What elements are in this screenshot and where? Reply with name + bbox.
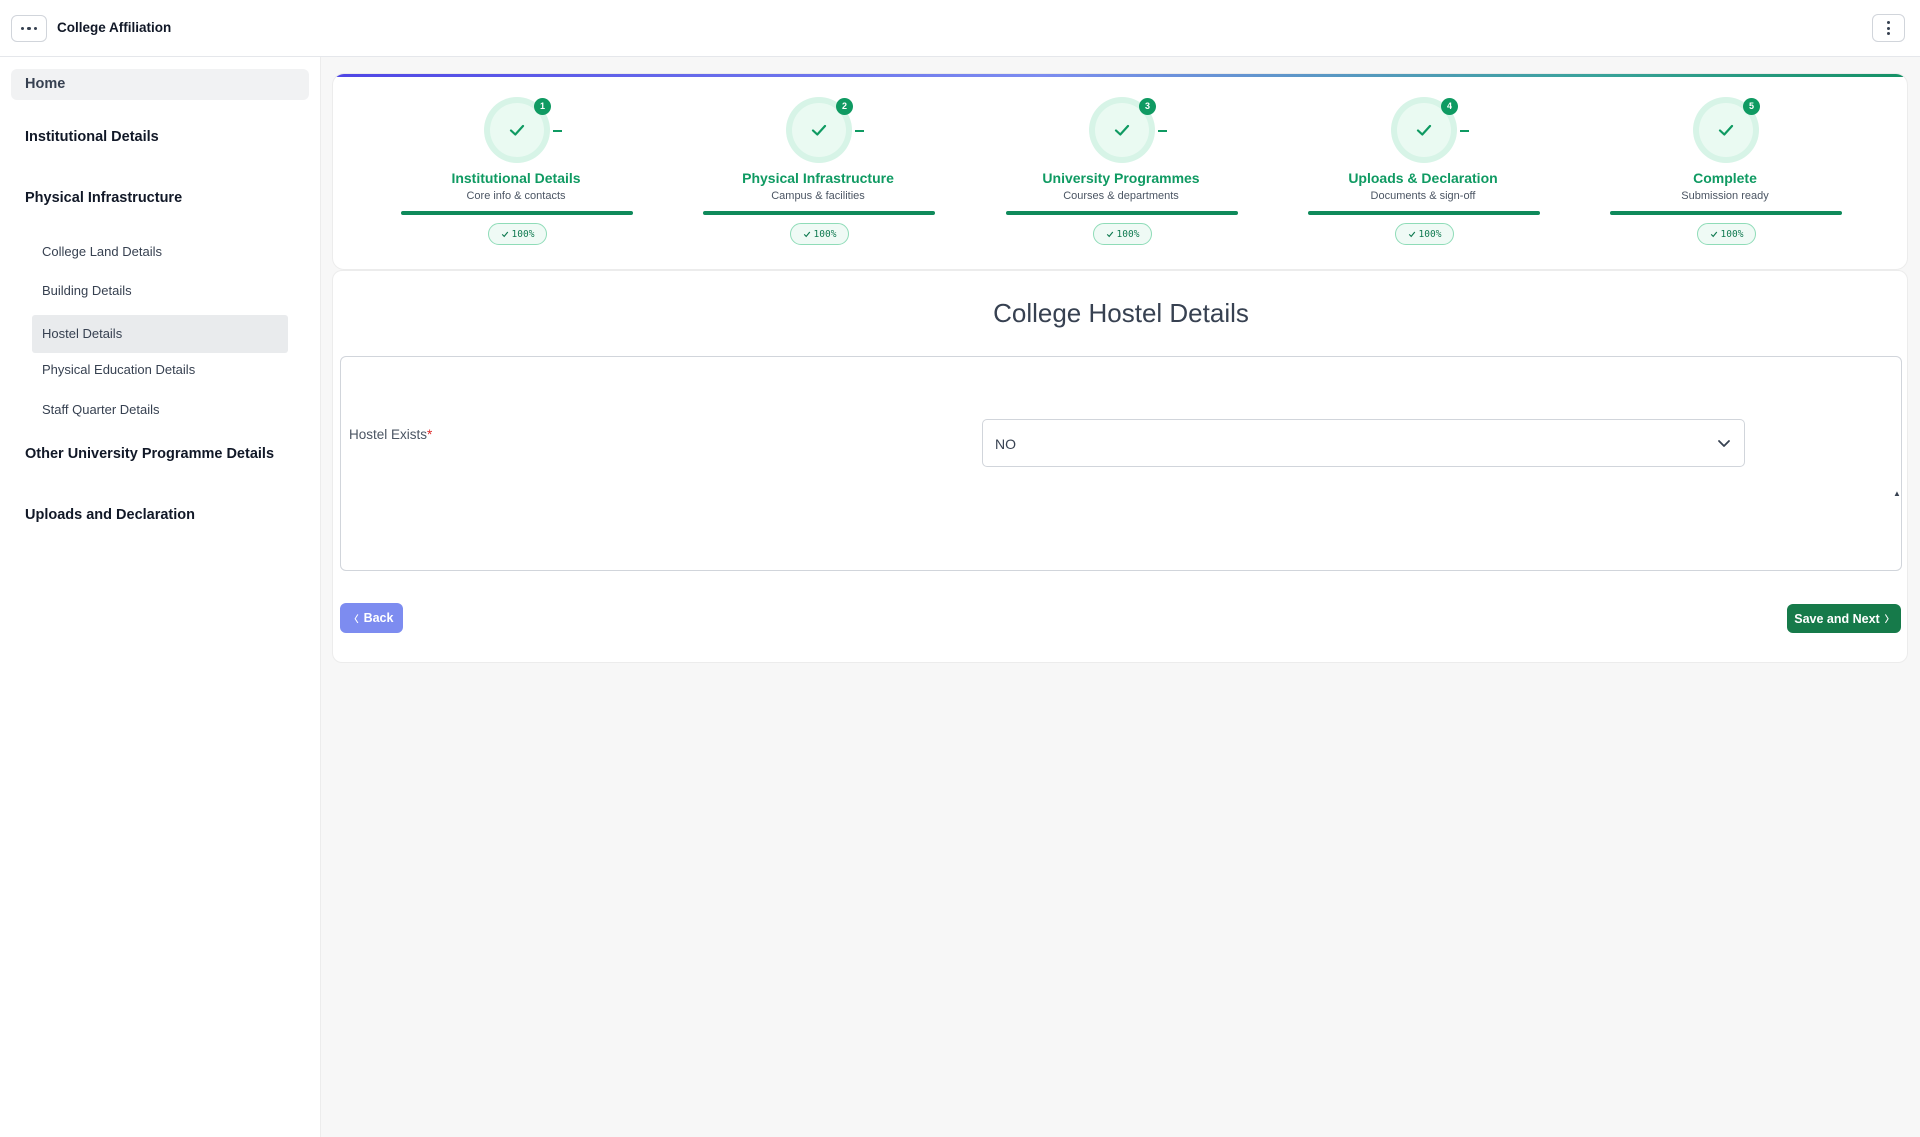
sidebar-item-college-land-details[interactable]: College Land Details	[32, 233, 288, 271]
step-label: Physical Infrastructure	[742, 170, 894, 186]
step-progress-text: 100%	[1720, 228, 1744, 240]
step-subtitle: Core info & contacts	[466, 190, 566, 202]
app-title: College Affiliation	[57, 20, 172, 35]
sidebar-item-staff-quarter-details[interactable]: Staff Quarter Details	[32, 391, 288, 429]
step-subtitle: Submission ready	[1681, 190, 1769, 202]
top-bar: College Affiliation	[0, 0, 1920, 57]
chevron-left-icon: 〈	[349, 613, 359, 624]
step-progress-badge: 100%	[1697, 223, 1756, 245]
small-check-icon	[1408, 231, 1415, 238]
dot	[1887, 21, 1890, 24]
hostel-exists-select[interactable]: NO	[982, 419, 1745, 467]
step-connector	[1460, 130, 1469, 132]
back-button[interactable]: 〈 Back	[340, 603, 403, 633]
progress-stepper: 1 Institutional Details Core info & cont…	[332, 73, 1908, 270]
sidebar-section-uploads-and-declaration[interactable]: Uploads and Declaration	[25, 507, 195, 523]
page-title: College Hostel Details	[993, 298, 1249, 328]
back-button-label: Back	[363, 611, 394, 625]
hostel-exists-value: NO	[995, 436, 1016, 452]
step-number-badge: 2	[836, 98, 853, 115]
check-icon	[509, 124, 525, 136]
step-5[interactable]: 5 Complete Submission ready 100%	[1605, 74, 1845, 269]
step-progress-bar	[1610, 211, 1842, 215]
step-label: University Programmes	[1042, 170, 1200, 186]
step-progress-badge: 100%	[1093, 223, 1152, 245]
sidebar-item-home[interactable]: Home	[11, 69, 309, 100]
kebab-menu-button[interactable]	[1872, 14, 1905, 42]
step-progress-badge: 100%	[1395, 223, 1454, 245]
step-subtitle: Campus & facilities	[771, 190, 865, 202]
hostel-exists-label-text: Hostel Exists	[349, 427, 428, 442]
small-check-icon	[1106, 231, 1113, 238]
sidebar-section-institutional-details[interactable]: Institutional Details	[25, 129, 159, 145]
step-progress-text: 100%	[1418, 228, 1442, 240]
resize-handle-icon[interactable]: ▲	[1893, 489, 1901, 498]
step-progress-badge: 100%	[488, 223, 547, 245]
check-icon	[1718, 124, 1734, 136]
check-icon	[1416, 124, 1432, 136]
step-2[interactable]: 2 Physical Infrastructure Campus & facil…	[698, 74, 938, 269]
dot	[1887, 26, 1890, 30]
small-check-icon	[1710, 231, 1717, 238]
sidebar: Home Institutional Details Physical Infr…	[0, 57, 321, 1137]
save-and-next-label: Save and Next	[1794, 611, 1880, 626]
hostel-exists-label: Hostel Exists*	[349, 427, 432, 442]
more-menu-button[interactable]	[11, 15, 47, 42]
chevron-right-icon: 〉	[1884, 614, 1894, 624]
step-progress-bar	[1308, 211, 1540, 215]
step-subtitle: Courses & departments	[1063, 190, 1179, 202]
sidebar-item-physical-education-details[interactable]: Physical Education Details	[32, 351, 288, 389]
step-number-badge: 4	[1441, 98, 1458, 115]
sidebar-item-building-details[interactable]: Building Details	[32, 272, 288, 310]
step-connector	[553, 130, 562, 132]
step-label: Institutional Details	[451, 170, 581, 186]
step-number-badge: 1	[534, 98, 551, 115]
step-number-badge: 3	[1139, 98, 1156, 115]
step-progress-badge: 100%	[790, 223, 849, 245]
step-label: Uploads & Declaration	[1348, 170, 1498, 186]
step-number-badge: 5	[1743, 98, 1760, 115]
dot	[1887, 32, 1890, 35]
required-mark: *	[427, 427, 433, 442]
step-progress-text: 100%	[1116, 228, 1140, 240]
step-progress-text: 100%	[511, 228, 535, 240]
step-progress-bar	[401, 211, 633, 215]
dot	[27, 26, 31, 31]
step-connector	[855, 130, 864, 132]
step-progress-bar	[703, 211, 935, 215]
small-check-icon	[803, 231, 810, 238]
step-progress-bar	[1006, 211, 1238, 215]
sidebar-section-other-university-programme-details[interactable]: Other University Programme Details	[25, 446, 274, 462]
dot	[33, 26, 38, 31]
sidebar-section-physical-infrastructure[interactable]: Physical Infrastructure	[25, 190, 182, 206]
sidebar-item-hostel-details[interactable]: Hostel Details	[32, 315, 288, 353]
step-label: Complete	[1693, 170, 1757, 186]
step-4[interactable]: 4 Uploads & Declaration Documents & sign…	[1303, 74, 1543, 269]
step-progress-text: 100%	[813, 228, 837, 240]
small-check-icon	[501, 231, 508, 238]
check-icon	[811, 124, 827, 136]
save-and-next-button[interactable]: Save and Next 〉	[1787, 604, 1901, 633]
chevron-down-icon	[1718, 440, 1730, 447]
step-3[interactable]: 3 University Programmes Courses & depart…	[1001, 74, 1241, 269]
check-icon	[1114, 124, 1130, 136]
dot	[20, 26, 25, 31]
step-connector	[1158, 130, 1167, 132]
step-1[interactable]: 1 Institutional Details Core info & cont…	[396, 74, 636, 269]
step-subtitle: Documents & sign-off	[1370, 190, 1476, 202]
